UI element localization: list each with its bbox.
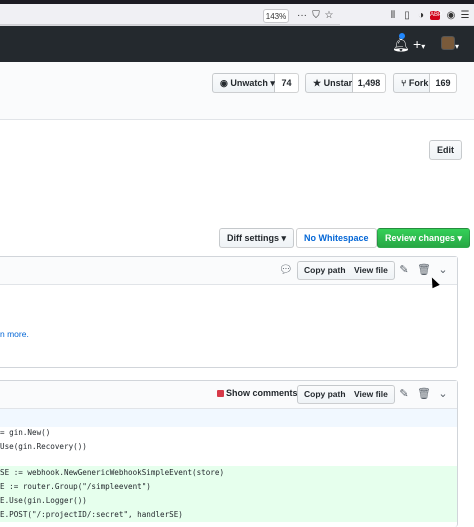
zoom-level-indicator[interactable]: 143% [263,9,289,23]
edit-button[interactable]: Edit [429,140,462,160]
chevron-down-icon: ▾ [421,42,426,51]
learn-more-link[interactable]: n more. [0,329,29,339]
adblock-icon[interactable]: ABP [430,11,442,20]
unwatch-label: Unwatch ▾ [230,78,275,88]
user-menu-caret[interactable]: ▾ [455,37,459,54]
avatar[interactable] [441,36,455,50]
no-whitespace-button[interactable]: No Whitespace [296,228,377,248]
file-header: 💬︎ Copy path View file ✎ 🗑︎ ⌄ [0,257,457,285]
chevron-down-icon[interactable]: ⌄ [436,263,450,277]
trash-icon[interactable]: 🗑︎ [417,387,431,401]
code-line-addition: E.Use(gin.Logger()) [0,494,457,508]
hamburger-menu-icon[interactable]: ☰ [460,9,470,23]
sidebar-icon[interactable]: ▯ [402,9,412,23]
unstar-label: Unstar [323,78,353,88]
create-new-menu[interactable]: +▾ [413,37,425,54]
diff-file: 💬︎ Copy path View file ✎ 🗑︎ ⌄ n more. [0,256,458,368]
fork-icon: ⑂ [401,78,409,88]
unwatch-button[interactable]: ◉ Unwatch ▾ [212,73,275,93]
code-line-addition: SE := webhook.NewGenericWebhookSimpleEve… [0,466,457,480]
plus-icon: + [413,36,422,52]
github-header: 🔔︎ +▾ ▾ [0,26,474,62]
notification-indicator [399,33,405,39]
browser-toolbar: 143% ··· ⛉ ☆ ⫴ ▯ ◑ ABP ◉ ☰ [0,0,474,26]
eye-icon: ◉ [220,78,231,88]
checkbox-icon [217,390,224,397]
star-icon: ★ [313,78,324,88]
diff-file: Show comments Copy path View file ✎ 🗑︎ ⌄… [0,380,458,527]
pocket-icon[interactable]: ⛉ [311,9,321,23]
code-line: Use(gin.Recovery()) [0,442,87,451]
code-line-addition: E.POST("/:projectID/:secret", handlerSE) [0,508,457,522]
repo-header: ◉ Unwatch ▾ 74 ★ Unstar 1,498 ⑂ Fork 169 [0,62,474,120]
bookmark-star-icon[interactable]: ☆ [324,9,334,23]
pencil-icon[interactable]: ✎ [397,263,411,277]
copy-path-button[interactable]: Copy path [297,261,353,280]
view-file-button[interactable]: View file [348,385,395,404]
url-bar[interactable] [0,7,340,25]
code-line: = gin.New() [0,428,51,437]
pencil-icon[interactable]: ✎ [397,387,411,401]
watch-count[interactable]: 74 [275,73,299,93]
file-header: Show comments Copy path View file ✎ 🗑︎ ⌄ [0,381,457,409]
show-comments-toggle[interactable]: Show comments [217,388,298,398]
fork-button[interactable]: ⑂ Fork [393,73,430,93]
account-icon[interactable]: ◉ [446,9,456,23]
show-comments-label: Show comments [226,388,298,398]
code-line-addition: E := router.Group("/simpleevent") [0,480,457,494]
chevron-down-icon[interactable]: ⌄ [436,387,450,401]
trash-icon[interactable]: 🗑︎ [417,263,431,277]
fork-count[interactable]: 169 [430,73,457,93]
library-icon[interactable]: ⫴ [388,9,398,23]
chevron-down-icon: ▾ [455,42,460,51]
tab-strip [0,0,474,4]
star-count[interactable]: 1,498 [353,73,386,93]
review-changes-button[interactable]: Review changes ▾ [377,228,471,248]
view-file-button[interactable]: View file [348,261,395,280]
hunk-header [0,409,457,427]
unstar-button[interactable]: ★ Unstar [305,73,353,93]
extension-icon[interactable]: ◑ [416,9,426,23]
copy-path-button[interactable]: Copy path [297,385,353,404]
fork-label: Fork [408,78,429,88]
diff-settings-button[interactable]: Diff settings ▾ [219,228,295,248]
overflow-dots-icon[interactable]: ··· [296,9,308,23]
notifications-bell-icon[interactable]: 🔔︎ [392,37,410,51]
comment-icon[interactable]: 💬︎ [279,263,293,277]
